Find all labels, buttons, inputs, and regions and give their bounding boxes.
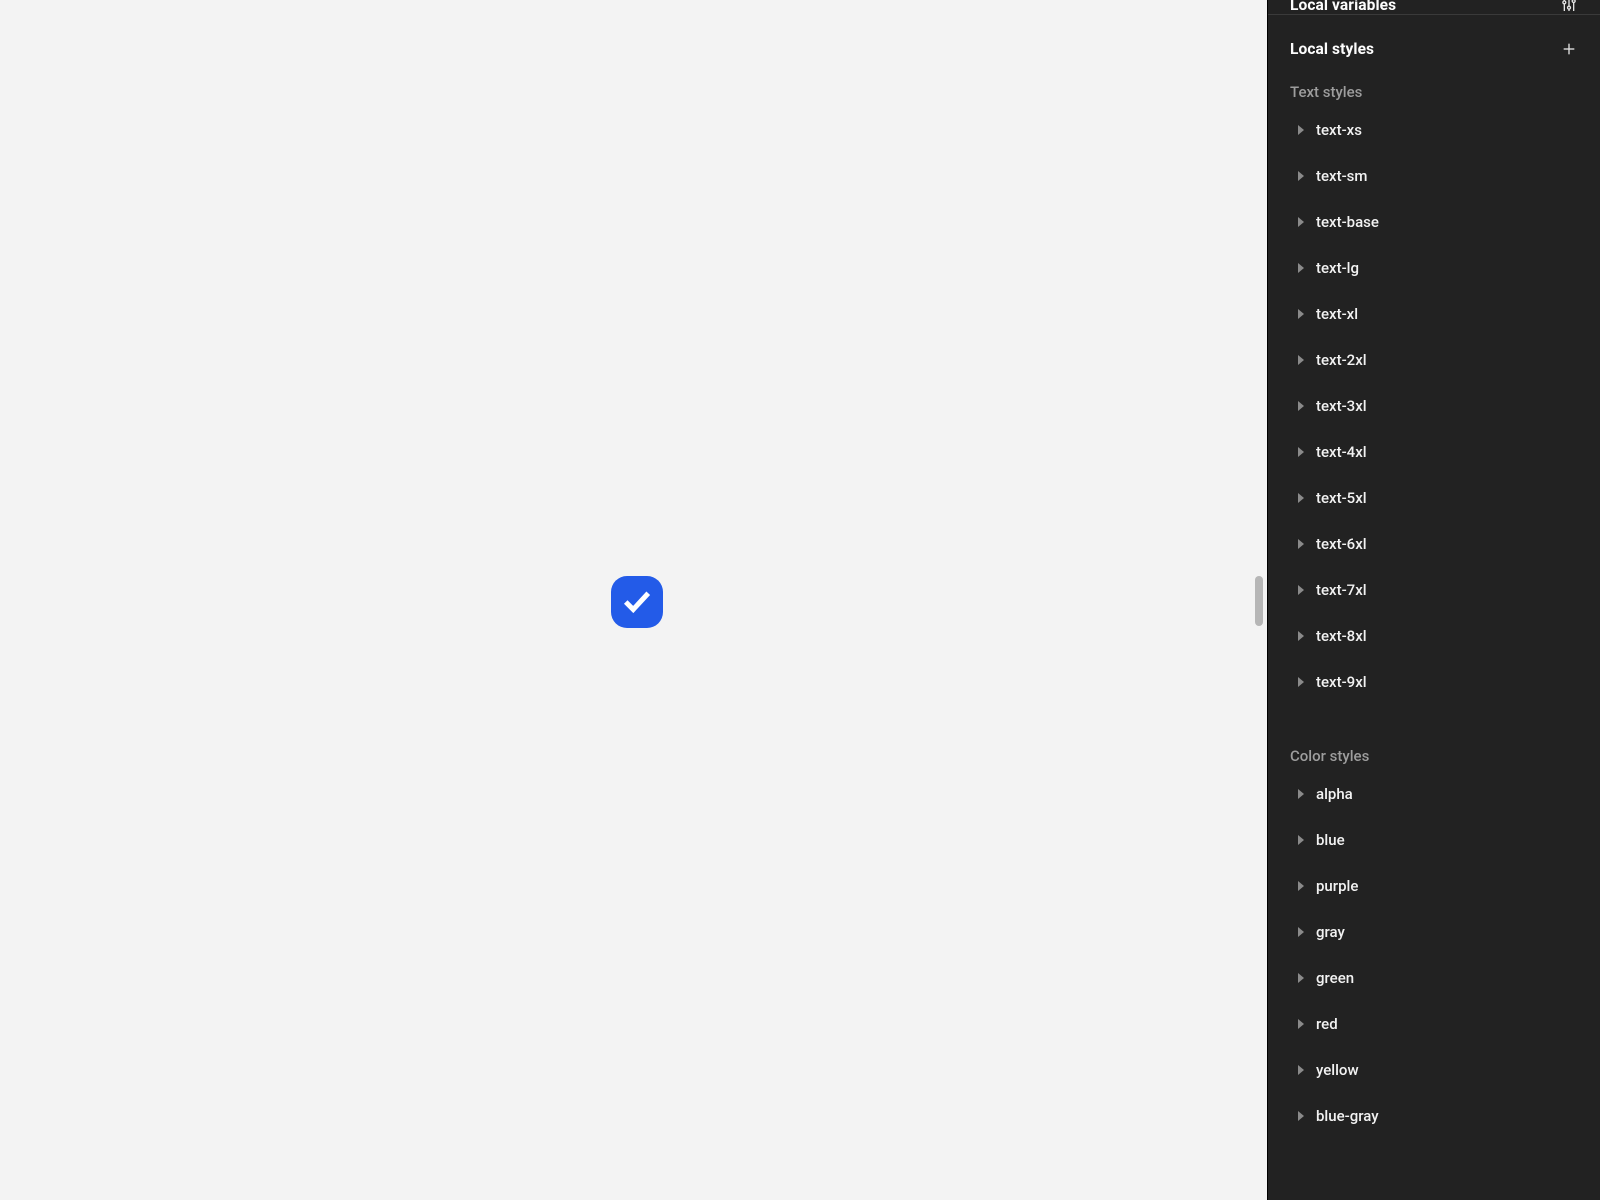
text-style-label: text-lg — [1316, 259, 1359, 277]
text-style-row[interactable]: text-xs — [1268, 107, 1600, 153]
text-style-row[interactable]: text-base — [1268, 199, 1600, 245]
color-style-label: yellow — [1316, 1061, 1359, 1079]
text-style-row[interactable]: text-7xl — [1268, 567, 1600, 613]
chevron-right-icon[interactable] — [1298, 125, 1304, 135]
color-style-label: red — [1316, 1015, 1338, 1033]
text-style-row[interactable]: text-8xl — [1268, 613, 1600, 659]
local-variables-header[interactable]: Local variables — [1268, 0, 1600, 14]
chevron-right-icon[interactable] — [1298, 1019, 1304, 1029]
text-style-label: text-6xl — [1316, 535, 1367, 553]
chevron-right-icon[interactable] — [1298, 355, 1304, 365]
color-style-label: gray — [1316, 923, 1345, 941]
text-style-row[interactable]: text-6xl — [1268, 521, 1600, 567]
color-style-row[interactable]: blue-gray — [1268, 1093, 1600, 1139]
color-style-row[interactable]: blue — [1268, 817, 1600, 863]
local-styles-title: Local styles — [1290, 40, 1374, 58]
text-style-row[interactable]: text-4xl — [1268, 429, 1600, 475]
chevron-right-icon[interactable] — [1298, 585, 1304, 595]
chevron-right-icon[interactable] — [1298, 973, 1304, 983]
text-style-row[interactable]: text-xl — [1268, 291, 1600, 337]
design-panel: Local variables Local styles Text styles… — [1267, 0, 1600, 1200]
chevron-right-icon[interactable] — [1298, 171, 1304, 181]
canvas[interactable] — [0, 0, 1267, 1200]
text-style-row[interactable]: text-lg — [1268, 245, 1600, 291]
text-style-label: text-5xl — [1316, 489, 1367, 507]
chevron-right-icon[interactable] — [1298, 263, 1304, 273]
text-style-label: text-4xl — [1316, 443, 1367, 461]
chevron-right-icon[interactable] — [1298, 309, 1304, 319]
text-style-row[interactable]: text-9xl — [1268, 659, 1600, 705]
local-variables-section: Local variables — [1268, 0, 1600, 14]
text-style-row[interactable]: text-sm — [1268, 153, 1600, 199]
color-style-row[interactable]: gray — [1268, 909, 1600, 955]
chevron-right-icon[interactable] — [1298, 1111, 1304, 1121]
color-style-label: blue — [1316, 831, 1345, 849]
text-styles-label: Text styles — [1268, 83, 1600, 107]
local-variables-title: Local variables — [1290, 0, 1396, 14]
color-styles-label: Color styles — [1268, 727, 1600, 771]
text-style-label: text-8xl — [1316, 627, 1367, 645]
chevron-right-icon[interactable] — [1298, 677, 1304, 687]
text-style-label: text-7xl — [1316, 581, 1367, 599]
color-style-row[interactable]: green — [1268, 955, 1600, 1001]
text-style-label: text-xl — [1316, 305, 1358, 323]
chevron-right-icon[interactable] — [1298, 539, 1304, 549]
color-style-row[interactable]: purple — [1268, 863, 1600, 909]
checkmark-icon — [622, 587, 652, 617]
text-style-row[interactable]: text-3xl — [1268, 383, 1600, 429]
text-style-label: text-base — [1316, 213, 1379, 231]
chevron-right-icon[interactable] — [1298, 881, 1304, 891]
chevron-right-icon[interactable] — [1298, 927, 1304, 937]
color-style-label: alpha — [1316, 785, 1353, 803]
text-style-row[interactable]: text-5xl — [1268, 475, 1600, 521]
color-style-row[interactable]: alpha — [1268, 771, 1600, 817]
text-style-label: text-9xl — [1316, 673, 1367, 691]
chevron-right-icon[interactable] — [1298, 835, 1304, 845]
color-style-row[interactable]: red — [1268, 1001, 1600, 1047]
text-style-label: text-3xl — [1316, 397, 1367, 415]
color-style-label: purple — [1316, 877, 1358, 895]
canvas-scrollbar[interactable] — [1255, 576, 1263, 626]
chevron-right-icon[interactable] — [1298, 447, 1304, 457]
chevron-right-icon[interactable] — [1298, 631, 1304, 641]
text-style-label: text-xs — [1316, 121, 1362, 139]
color-style-row[interactable]: yellow — [1268, 1047, 1600, 1093]
chevron-right-icon[interactable] — [1298, 493, 1304, 503]
color-style-label: blue-gray — [1316, 1107, 1379, 1125]
color-styles-list: alpha blue purple gray green red yellow blue-gr… — [1268, 771, 1600, 1139]
settings-sliders-icon[interactable] — [1560, 0, 1578, 14]
color-style-label: green — [1316, 969, 1354, 987]
chevron-right-icon[interactable] — [1298, 217, 1304, 227]
text-style-label: text-sm — [1316, 167, 1367, 185]
local-styles-section: Local styles Text styles text-xstext-smt… — [1268, 15, 1600, 1139]
text-style-row[interactable]: text-2xl — [1268, 337, 1600, 383]
chevron-right-icon[interactable] — [1298, 789, 1304, 799]
text-style-label: text-2xl — [1316, 351, 1367, 369]
text-styles-list: text-xs text-sm text-base text-lg text-xl tex… — [1268, 107, 1600, 705]
chevron-right-icon[interactable] — [1298, 1065, 1304, 1075]
chevron-right-icon[interactable] — [1298, 401, 1304, 411]
plus-icon[interactable] — [1560, 40, 1578, 58]
local-styles-header[interactable]: Local styles — [1268, 15, 1600, 83]
checkmark-badge[interactable] — [611, 576, 663, 628]
